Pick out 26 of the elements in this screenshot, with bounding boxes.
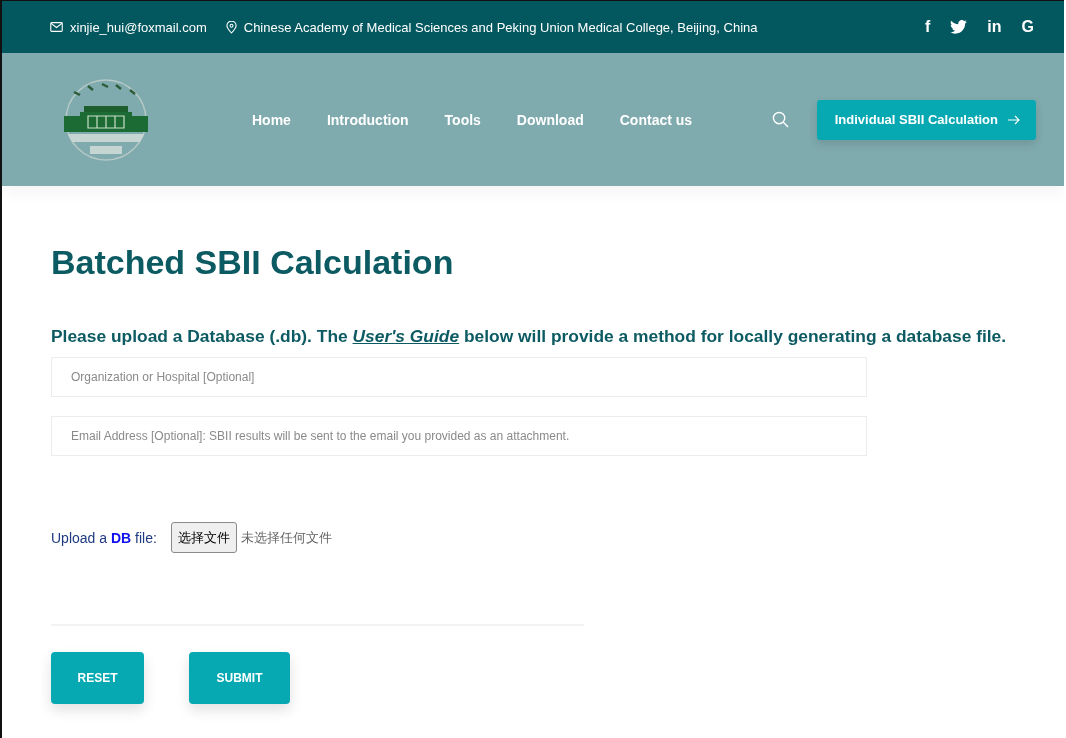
search-icon bbox=[771, 111, 789, 128]
bird-icon bbox=[950, 20, 968, 34]
instruction-text: Please upload a Database (.db). The User's Guide below will provide a method for locally generating a database file. bbox=[51, 326, 1008, 347]
reset-button[interactable]: RESET bbox=[51, 652, 144, 704]
nav-link[interactable]: Contact us bbox=[619, 111, 693, 128]
social-link[interactable]: f bbox=[925, 18, 931, 36]
file-status-text: 未选择任何文件 bbox=[240, 528, 332, 547]
submit-button[interactable]: SUBMIT bbox=[189, 652, 290, 704]
text-field[interactable]: Organization or Hospital [Optional] bbox=[51, 357, 867, 397]
page-title: Batched SBII Calculation bbox=[51, 242, 455, 282]
nav-link[interactable]: Download bbox=[516, 111, 584, 128]
individual-calculation-button[interactable]: Individual SBII Calculation bbox=[816, 99, 1036, 140]
text-field[interactable]: Email Address [Optional]: SBII results will be sent to the email you provided as an attachment. bbox=[51, 416, 867, 456]
choose-file-button[interactable]: 选择文件 bbox=[170, 522, 237, 553]
nav-link[interactable]: Tools bbox=[444, 111, 481, 128]
email-address[interactable]: xinjie_hui@foxmail.com bbox=[70, 19, 207, 35]
location-pin-icon bbox=[225, 20, 237, 34]
nav-link[interactable]: Home bbox=[252, 111, 291, 128]
address-text: Chinese Academy of Medical Sciences and Peking Union Medical College, Beijing, China bbox=[243, 19, 758, 35]
nav-link[interactable]: Introduction bbox=[326, 111, 409, 128]
social-link[interactable]: in bbox=[987, 18, 1002, 36]
arrow-right-icon bbox=[1008, 114, 1020, 125]
upload-label: Upload a DB file: bbox=[51, 529, 157, 546]
envelope-icon bbox=[50, 22, 63, 32]
social-link[interactable]: G bbox=[1021, 18, 1034, 36]
users-guide-link[interactable]: User's Guide bbox=[352, 326, 460, 346]
